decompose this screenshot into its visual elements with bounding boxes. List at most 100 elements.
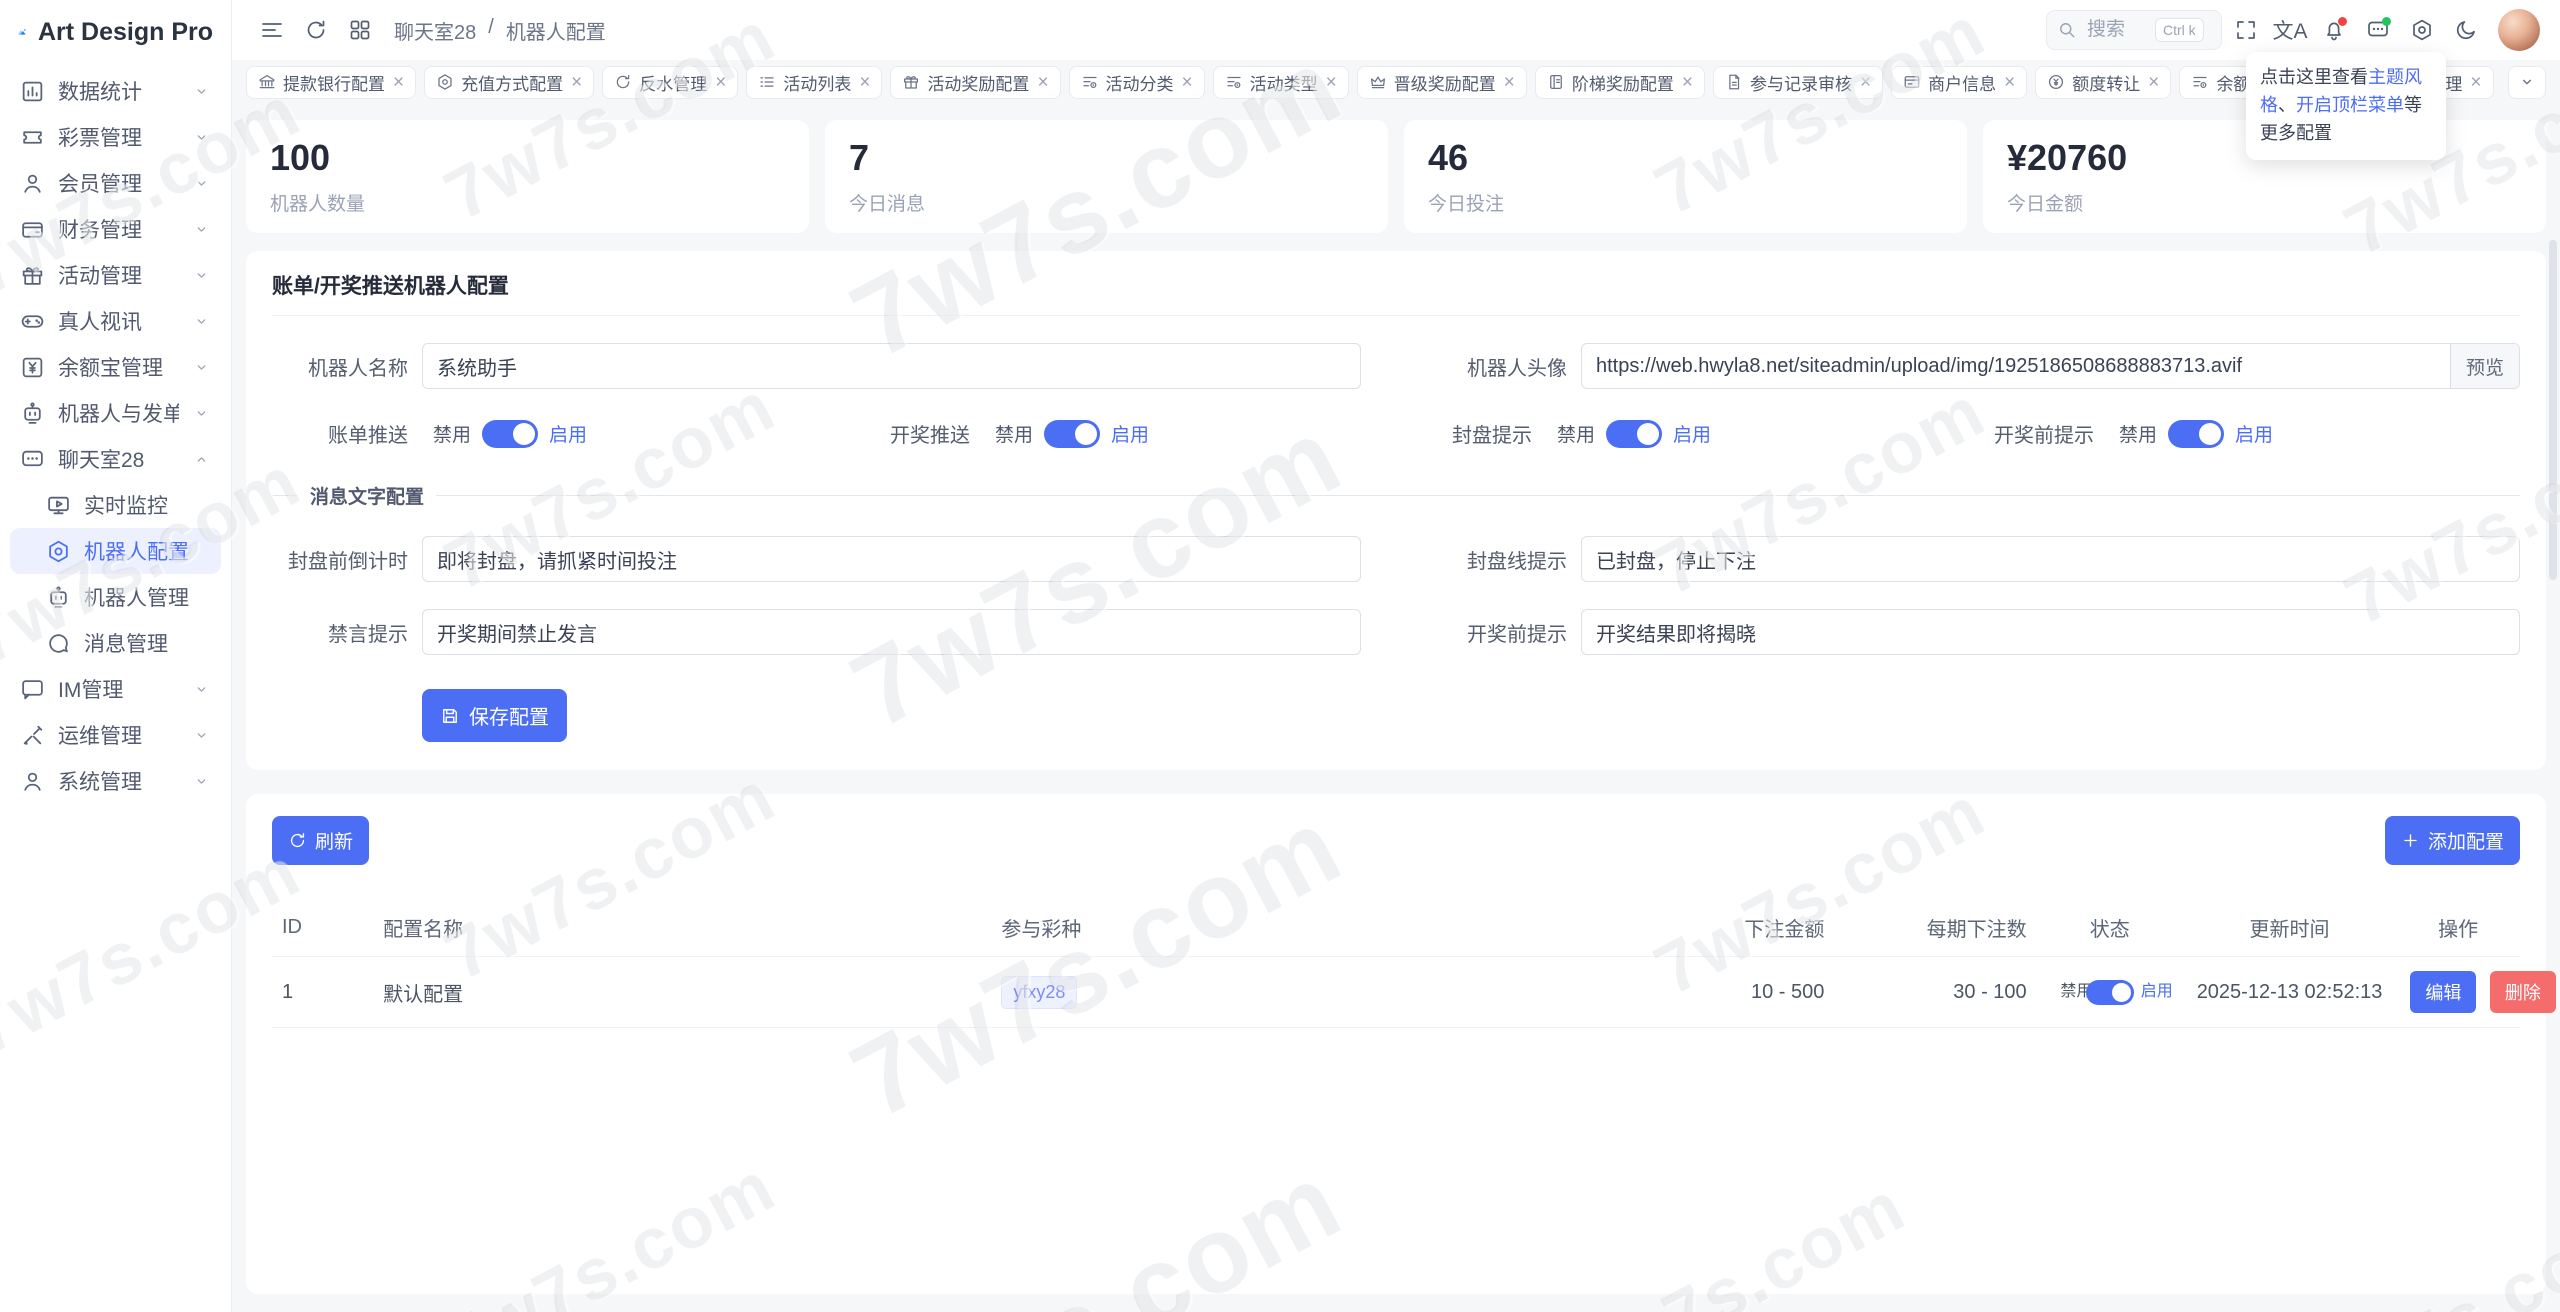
- preview-button[interactable]: 预览: [2449, 344, 2519, 388]
- close-icon[interactable]: ×: [393, 73, 404, 92]
- tab-ladder-reward-config[interactable]: 阶梯奖励配置 ×: [1534, 65, 1705, 99]
- tab-label: 额度转让: [2072, 74, 2141, 94]
- close-icon[interactable]: ×: [2148, 73, 2159, 92]
- tooltip-text: 点击这里查看: [2260, 67, 2368, 87]
- stat-card-today-bets: 46 今日投注: [1404, 120, 1967, 233]
- pre-draw-hint-toggle-group: 开奖前提示 禁用 启用: [1958, 419, 2520, 448]
- gift-icon: [902, 73, 920, 91]
- settings-button[interactable]: [2402, 10, 2442, 50]
- robot-avatar-input[interactable]: [1582, 354, 2450, 378]
- avatar[interactable]: [2498, 9, 2540, 51]
- sidebar-item-data-statistics[interactable]: 数据统计: [10, 68, 221, 114]
- breadcrumb-separator: /: [488, 15, 494, 38]
- tab-participation-record-review[interactable]: 参与记录审核 ×: [1712, 65, 1884, 99]
- sidebar-item-chatroom28[interactable]: 聊天室28: [10, 436, 221, 482]
- delete-button[interactable]: 删除: [2489, 971, 2556, 1013]
- toggle-label: 封盘提示: [1452, 425, 1532, 447]
- tab-activity-category[interactable]: 活动分类 ×: [1068, 65, 1205, 99]
- sidebar-item-label: IM管理: [58, 679, 124, 702]
- sidebar-item-system-management[interactable]: 系统管理: [10, 758, 221, 804]
- collapse-sidebar-button[interactable]: [252, 10, 292, 50]
- close-icon[interactable]: ×: [1504, 73, 1515, 92]
- apps-grid-button[interactable]: [340, 10, 380, 50]
- scrollbar-thumb[interactable]: [2549, 240, 2557, 580]
- lottery-tag: yfxy28: [1001, 975, 1078, 1009]
- tab-quota-transfer[interactable]: 额度转让 ×: [2035, 65, 2172, 99]
- col-bets-per-period: 每期下注数: [1834, 899, 2037, 957]
- chevron-down-icon: [192, 220, 211, 239]
- refresh-button[interactable]: 刷新: [272, 816, 370, 865]
- top-menu-link[interactable]: 开启顶栏菜单: [2296, 95, 2404, 115]
- sidebar-submenu-chatroom28: 实时监控 机器人配置 机器人管理 消息管理: [10, 482, 221, 666]
- tabs-dropdown-button[interactable]: [2508, 65, 2546, 99]
- tab-activity-reward-config[interactable]: 活动奖励配置 ×: [890, 65, 1061, 99]
- robot-name-input[interactable]: [423, 354, 1360, 378]
- row-status-switch[interactable]: [2085, 979, 2134, 1005]
- sidebar-item-ops-management[interactable]: 运维管理: [10, 712, 221, 758]
- stat-label: 今日金额: [2007, 194, 2084, 215]
- mute-hint-input[interactable]: [423, 620, 1360, 644]
- global-search[interactable]: Ctrl k: [2046, 10, 2222, 50]
- seal-line-hint-input[interactable]: [1582, 547, 2519, 571]
- brand-logo[interactable]: Art Design Pro: [0, 0, 231, 64]
- sidebar-item-member-management[interactable]: 会员管理: [10, 160, 221, 206]
- sidebar-item-robot-management[interactable]: 机器人管理: [10, 574, 221, 620]
- robot-icon: [46, 585, 71, 610]
- edit-button[interactable]: 编辑: [2410, 971, 2477, 1013]
- dark-mode-button[interactable]: [2446, 10, 2486, 50]
- messages-button[interactable]: [2358, 10, 2398, 50]
- tab-activity-type[interactable]: 活动类型 ×: [1212, 65, 1349, 99]
- toggle-off-text: 禁用: [2119, 425, 2158, 446]
- tab-activity-list[interactable]: 活动列表 ×: [746, 65, 883, 99]
- cell-status: 禁用 启用: [2036, 956, 2183, 1028]
- close-icon[interactable]: ×: [2470, 73, 2481, 92]
- tab-withdraw-bank-config[interactable]: 提款银行配置 ×: [246, 65, 417, 99]
- sidebar-item-message-management[interactable]: 消息管理: [10, 620, 221, 666]
- sidebar-item-finance-management[interactable]: 财务管理: [10, 206, 221, 252]
- close-icon[interactable]: ×: [1326, 73, 1337, 92]
- sidebar-item-lottery-management[interactable]: 彩票管理: [10, 114, 221, 160]
- notifications-button[interactable]: [2314, 10, 2354, 50]
- sidebar-item-label: 会员管理: [58, 173, 142, 196]
- pre-draw-hint-switch[interactable]: [2168, 419, 2225, 448]
- seal-hint-switch[interactable]: [1606, 419, 1663, 448]
- im-chat-icon: [20, 677, 45, 702]
- tab-merchant-info[interactable]: 商户信息 ×: [1891, 65, 2028, 99]
- language-button[interactable]: 文A: [2270, 10, 2310, 50]
- close-icon[interactable]: ×: [715, 73, 726, 92]
- draw-push-switch[interactable]: [1044, 419, 1101, 448]
- close-icon[interactable]: ×: [1182, 73, 1193, 92]
- pre-draw-message-input[interactable]: [1582, 620, 2519, 644]
- close-icon[interactable]: ×: [1037, 73, 1048, 92]
- sidebar-item-realtime-monitor[interactable]: 实时监控: [10, 482, 221, 528]
- sidebar-item-label: 实时监控: [84, 495, 168, 518]
- breadcrumb-parent[interactable]: 聊天室28: [394, 16, 476, 45]
- close-icon[interactable]: ×: [1682, 73, 1693, 92]
- search-input[interactable]: [2085, 18, 2147, 42]
- bill-push-switch[interactable]: [482, 419, 539, 448]
- sidebar-item-robot-dispatch[interactable]: 机器人与发单: [10, 390, 221, 436]
- table-row: 1 默认配置 yfxy28 10 - 500 30 - 100 禁用 启用 20…: [272, 956, 2556, 1028]
- pre-seal-countdown-input[interactable]: [423, 547, 1360, 571]
- sidebar-item-robot-config[interactable]: 机器人配置: [10, 528, 221, 574]
- chevron-down-icon: [192, 82, 211, 101]
- sidebar-item-im-management[interactable]: IM管理: [10, 666, 221, 712]
- stat-card-today-messages: 7 今日消息: [825, 120, 1388, 233]
- refresh-page-button[interactable]: [296, 10, 336, 50]
- close-icon[interactable]: ×: [1860, 73, 1871, 92]
- col-updated-at: 更新时间: [2182, 899, 2397, 957]
- tab-rebate-management[interactable]: 反水管理 ×: [602, 65, 739, 99]
- theme-hint-tooltip: 点击这里查看主题风格、开启顶栏菜单等更多配置: [2246, 52, 2446, 160]
- close-icon[interactable]: ×: [859, 73, 870, 92]
- save-config-button[interactable]: 保存配置: [422, 689, 567, 742]
- add-config-button[interactable]: 添加配置: [2384, 816, 2520, 865]
- close-icon[interactable]: ×: [2004, 73, 2015, 92]
- close-icon[interactable]: ×: [571, 73, 582, 92]
- fullscreen-button[interactable]: [2226, 10, 2266, 50]
- sidebar-item-activity-management[interactable]: 活动管理: [10, 252, 221, 298]
- sidebar-item-yuebao-management[interactable]: 余额宝管理: [10, 344, 221, 390]
- tab-recharge-method-config[interactable]: 充值方式配置 ×: [424, 65, 595, 99]
- sidebar-item-live-video[interactable]: 真人视讯: [10, 298, 221, 344]
- tab-promotion-reward-config[interactable]: 晋级奖励配置 ×: [1356, 65, 1527, 99]
- stat-value: 100: [270, 137, 331, 178]
